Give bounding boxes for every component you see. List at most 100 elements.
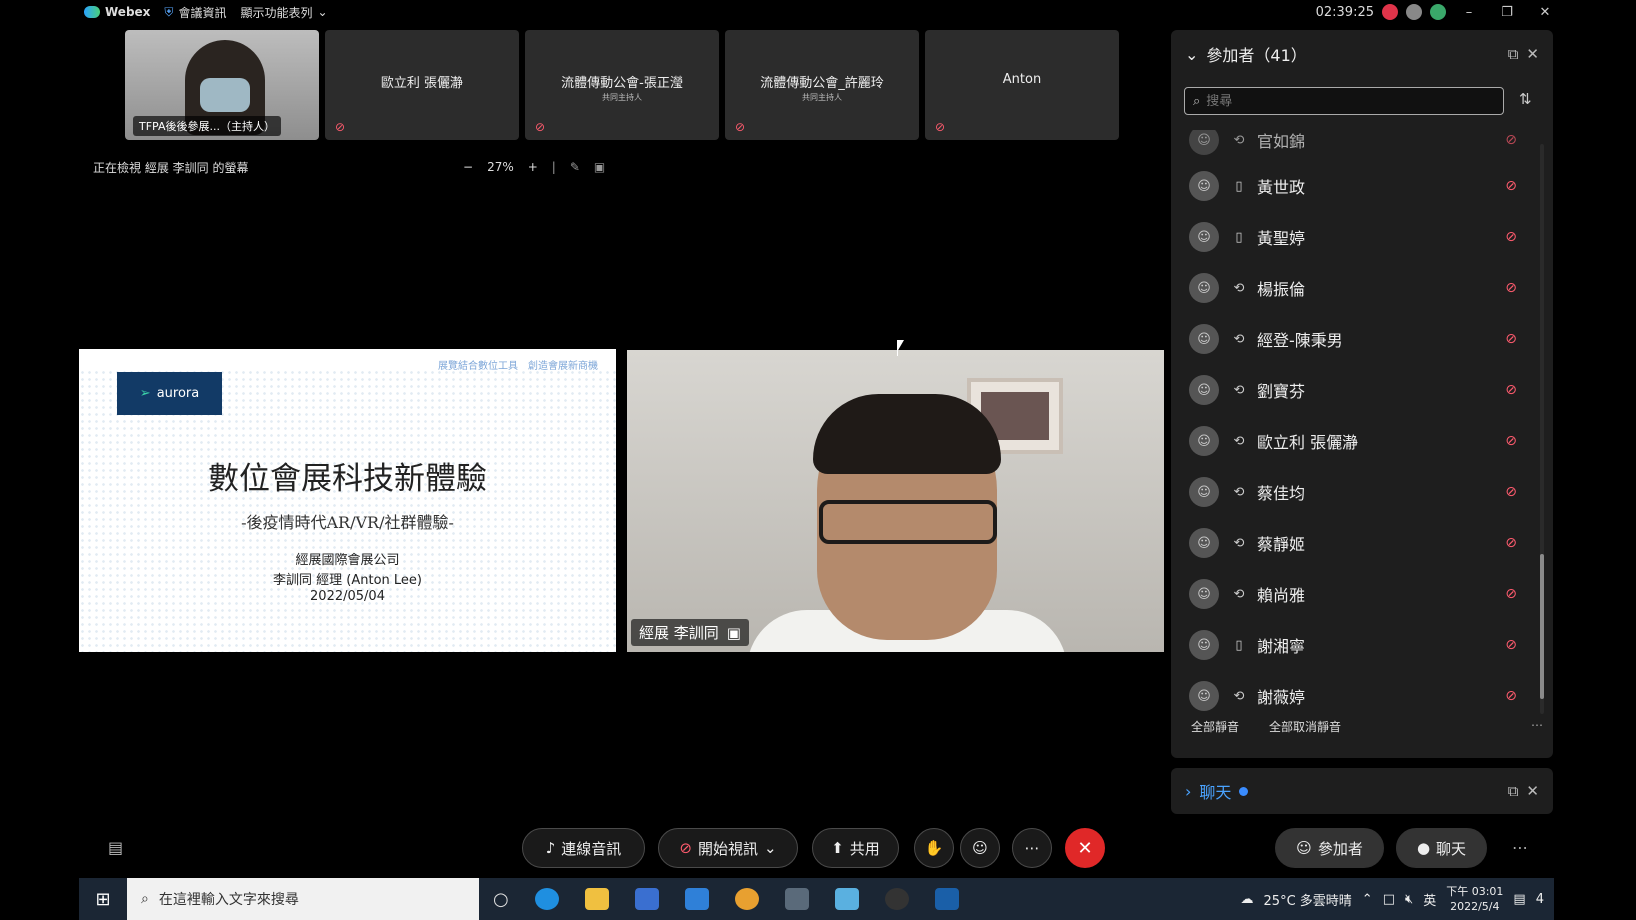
thumbnail-role: 共同主持人	[802, 93, 842, 102]
more-options-icon[interactable]: ⋯	[1531, 718, 1543, 732]
weather-icon[interactable]: ☁	[1241, 892, 1254, 907]
cortana-icon[interactable]: ○	[493, 889, 509, 910]
thumbnail-host[interactable]: TFPA後後參展...（主持人）	[125, 30, 319, 140]
start-video-button[interactable]: ⊘ 開始視訊 ⌄	[658, 828, 798, 868]
participant-row[interactable]: ☺ ⟲ 經登-陳秉男 ⊘	[1189, 319, 1529, 359]
app-icon[interactable]	[834, 888, 859, 910]
reactions-button[interactable]: ☺	[960, 828, 1000, 868]
taskbar-clock[interactable]: 下午 03:01 2022/5/4	[1446, 884, 1503, 914]
volume-muted-icon[interactable]: 🔇︎	[1405, 892, 1413, 907]
participant-row[interactable]: ☺ ⟲ 賴尚雅 ⊘	[1189, 574, 1529, 614]
participant-name: 楊振倫	[1257, 280, 1306, 299]
more-options-icon[interactable]: ⋯	[1512, 838, 1528, 857]
network-icon[interactable]: □	[1383, 892, 1395, 907]
popout-icon[interactable]: ⧉	[1508, 782, 1519, 800]
participant-row[interactable]: ☺ ⟲ 謝薇婷 ⊘	[1189, 676, 1529, 716]
scrollbar-thumb[interactable]	[1540, 554, 1544, 699]
restore-button[interactable]: ❐	[1492, 5, 1522, 20]
chrome-icon[interactable]	[734, 888, 759, 910]
share-button[interactable]: ⬆ 共用	[812, 828, 899, 868]
captions-icon[interactable]: ▤	[108, 838, 123, 857]
participant-scrollbar[interactable]	[1539, 134, 1545, 724]
participant-row[interactable]: ☺ ⟲ 劉寶芬 ⊘	[1189, 370, 1529, 410]
system-tray: ☁ 25°C 多雲時晴 ⌃ □ 🔇︎ 英 下午 03:01 2022/5/4 ▤…	[1241, 878, 1544, 920]
thumbnail-participant[interactable]: 流體傳動公會_許麗玲 共同主持人 ⊘	[725, 30, 919, 140]
mute-all-button[interactable]: 全部靜音	[1191, 718, 1239, 735]
mail-icon[interactable]	[684, 888, 709, 910]
chat-panel-header[interactable]: › 聊天 ⧉ ✕	[1171, 768, 1553, 814]
input-language[interactable]: 英	[1423, 890, 1436, 909]
zoom-in-button[interactable]: +	[528, 160, 538, 174]
participant-name: 歐立利 張儷瀞	[1257, 433, 1359, 452]
webex-taskbar-icon[interactable]	[934, 888, 959, 910]
participant-name: 黃世政	[1257, 178, 1306, 197]
store-icon[interactable]	[634, 888, 659, 910]
taskbar-search[interactable]: ⌕ 在這裡輸入文字來搜尋	[127, 878, 479, 920]
zoom-out-button[interactable]: −	[463, 160, 473, 174]
more-button[interactable]: ⋯	[1012, 828, 1052, 868]
participants-button[interactable]: ☺ 參加者	[1275, 828, 1384, 868]
participant-row[interactable]: ☺ ▯ 黃世政 ⊘	[1189, 166, 1529, 206]
participant-row[interactable]: ☺ ▯ 謝湘寧 ⊘	[1189, 625, 1529, 665]
recorder-icon[interactable]	[884, 888, 909, 910]
speaker-video[interactable]: 經展 李訓同 ▣	[627, 350, 1164, 652]
search-icon: ⌕	[1193, 93, 1201, 109]
muted-mic-icon[interactable]: ⊘	[1505, 484, 1517, 500]
participant-search-input[interactable]	[1206, 93, 1487, 109]
muted-mic-icon[interactable]: ⊘	[1505, 535, 1517, 551]
participant-row[interactable]: ☺ ⟲ 官如錦 ⊘	[1189, 130, 1529, 160]
participant-icon[interactable]	[1406, 4, 1422, 20]
edge-icon[interactable]	[534, 888, 559, 910]
calculator-icon[interactable]	[784, 888, 809, 910]
close-window-button[interactable]: ✕	[1530, 5, 1560, 20]
muted-mic-icon[interactable]: ⊘	[1505, 229, 1517, 245]
muted-mic-icon[interactable]: ⊘	[1505, 331, 1517, 347]
participant-name: 謝薇婷	[1257, 688, 1306, 707]
meeting-info-button[interactable]: ⛨ 會議資訊	[164, 4, 226, 21]
notifications-icon[interactable]: ▤	[1513, 892, 1525, 907]
participant-row[interactable]: ☺ ⟲ 蔡靜姬 ⊘	[1189, 523, 1529, 563]
screen-icon[interactable]: ▣	[594, 160, 605, 174]
thumbnail-participant[interactable]: Anton ⊘	[925, 30, 1119, 140]
participant-row[interactable]: ☺ ⟲ 歐立利 張儷瀞 ⊘	[1189, 421, 1529, 461]
mouse-cursor-icon	[897, 340, 904, 356]
stats-icon[interactable]	[1430, 4, 1446, 20]
windows-start-icon[interactable]: ⊞	[79, 889, 127, 910]
chevron-down-icon[interactable]: ⌄	[764, 839, 777, 857]
popout-icon[interactable]: ⧉	[1508, 45, 1519, 63]
file-explorer-icon[interactable]	[584, 888, 609, 910]
thumbnail-name: Anton	[1002, 72, 1042, 87]
leave-meeting-button[interactable]: ✕	[1065, 828, 1105, 868]
participant-search[interactable]: ⌕	[1184, 87, 1504, 115]
muted-mic-icon[interactable]: ⊘	[1505, 637, 1517, 653]
muted-mic-icon[interactable]: ⊘	[1505, 178, 1517, 194]
collapse-chevron-icon[interactable]: ⌄	[1185, 45, 1198, 64]
show-hidden-icon[interactable]: ⌃	[1362, 892, 1373, 907]
muted-mic-icon[interactable]: ⊘	[1505, 688, 1517, 704]
muted-mic-icon[interactable]: ⊘	[1505, 280, 1517, 296]
participant-row[interactable]: ☺ ▯ 黃聖婷 ⊘	[1189, 217, 1529, 257]
record-icon[interactable]	[1382, 4, 1398, 20]
connect-audio-button[interactable]: ♪ 連線音訊	[522, 828, 645, 868]
show-menu-bar-button[interactable]: 顯示功能表列 ⌄	[240, 4, 327, 21]
muted-mic-icon[interactable]: ⊘	[1505, 132, 1517, 148]
avatar-icon: ☺	[1189, 171, 1219, 201]
unmute-all-button[interactable]: 全部取消靜音	[1269, 718, 1341, 735]
expand-chevron-icon[interactable]: ›	[1185, 782, 1191, 801]
sort-icon[interactable]: ⇅	[1519, 90, 1532, 108]
participant-name: 謝湘寧	[1257, 637, 1306, 656]
close-panel-icon[interactable]: ✕	[1526, 782, 1539, 800]
close-panel-icon[interactable]: ✕	[1526, 45, 1539, 63]
muted-mic-icon[interactable]: ⊘	[1505, 382, 1517, 398]
muted-mic-icon[interactable]: ⊘	[1505, 433, 1517, 449]
minimize-button[interactable]: –	[1454, 5, 1484, 20]
raise-hand-button[interactable]: ✋	[914, 828, 954, 868]
thumbnail-participant[interactable]: 歐立利 張儷瀞 ⊘	[325, 30, 519, 140]
weather-text[interactable]: 25°C 多雲時晴	[1264, 890, 1352, 909]
participant-row[interactable]: ☺ ⟲ 蔡佳均 ⊘	[1189, 472, 1529, 512]
participant-row[interactable]: ☺ ⟲ 楊振倫 ⊘	[1189, 268, 1529, 308]
thumbnail-participant[interactable]: 流體傳動公會-張正瀅 共同主持人 ⊘	[525, 30, 719, 140]
annotate-icon[interactable]: ✎	[570, 160, 580, 174]
chat-button[interactable]: ● 聊天	[1396, 828, 1487, 868]
muted-mic-icon[interactable]: ⊘	[1505, 586, 1517, 602]
